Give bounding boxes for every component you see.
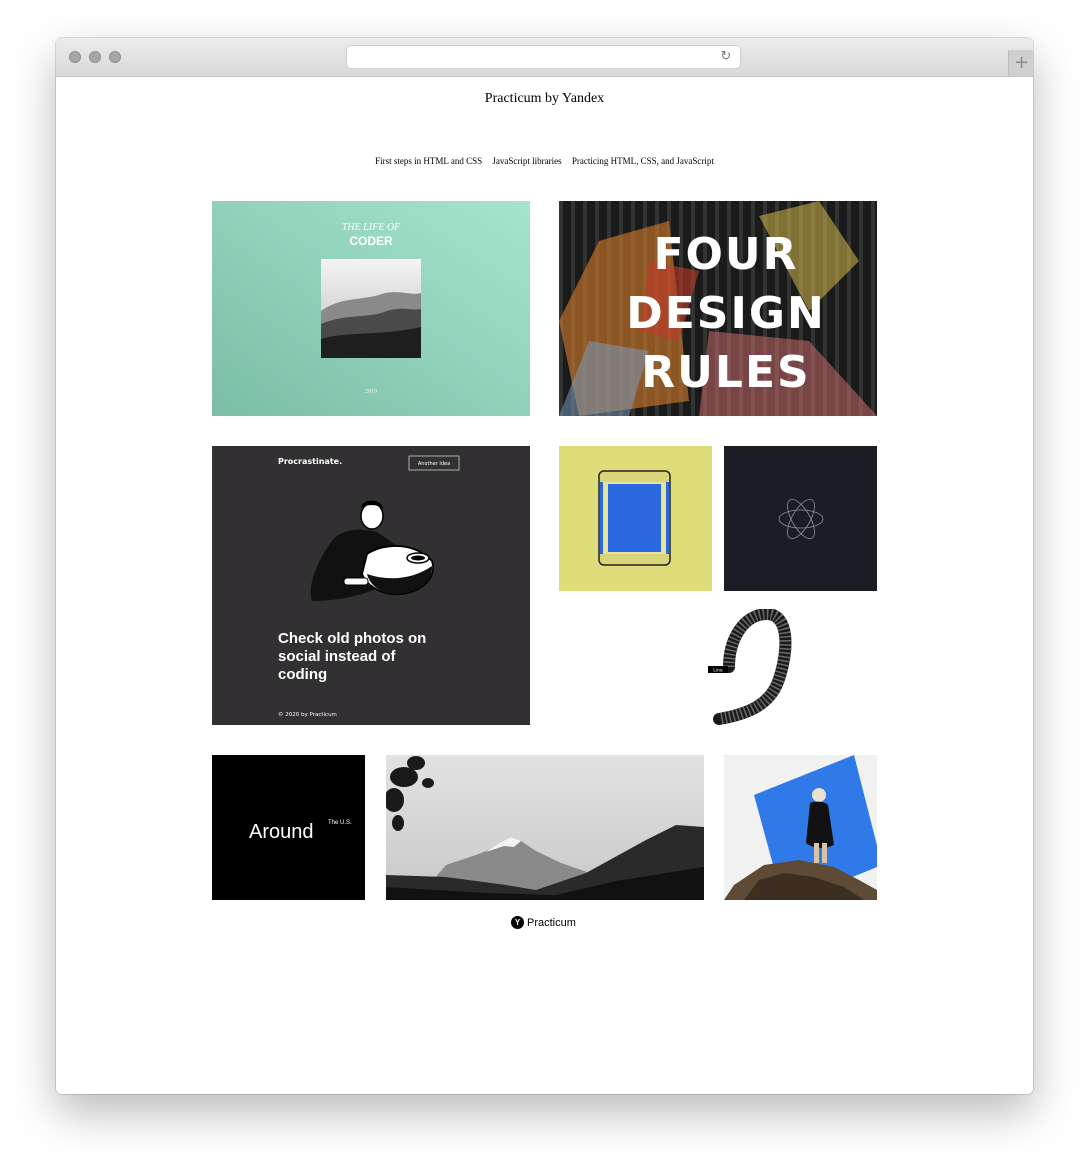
- project-tile-procrastinate[interactable]: Procrastinate. Another Idea Check old ph…: [212, 446, 530, 725]
- close-window-button[interactable]: [69, 51, 81, 63]
- nav-item-js-libraries[interactable]: JavaScript libraries: [492, 156, 561, 166]
- nav-item-practicing[interactable]: Practicing HTML, CSS, and JavaScript: [572, 156, 714, 166]
- reload-icon[interactable]: ↻: [718, 49, 734, 65]
- coder-title-line1: THE LIFE OF: [342, 222, 401, 233]
- rules-line3: RULES: [641, 347, 810, 398]
- project-tile-cable[interactable]: Line: [649, 609, 799, 727]
- rules-line2: DESIGN: [626, 288, 826, 339]
- cable-cover-image: Line: [708, 609, 792, 725]
- design-rules-cover-image: FOUR DESIGN RULES: [559, 201, 877, 416]
- footer-practicum-logo[interactable]: Y Practicum: [511, 916, 576, 929]
- coder-title-line2: CODER: [349, 234, 393, 248]
- new-tab-button[interactable]: +: [1008, 50, 1033, 76]
- procrastinate-headline-line1: Check old photos on: [278, 630, 426, 647]
- address-bar[interactable]: ↻: [347, 46, 740, 68]
- coder-year: 2019: [365, 389, 377, 395]
- around-sub: The U.S.: [328, 820, 352, 826]
- tablet-cover-image: [559, 446, 712, 591]
- project-tile-tablet[interactable]: [559, 446, 712, 591]
- rules-line1: FOUR: [653, 229, 798, 280]
- maximize-window-button[interactable]: [109, 51, 121, 63]
- yandex-logo-icon: Y: [511, 916, 524, 929]
- atom-cover-image: [724, 446, 877, 591]
- coder-cover-image: THE LIFE OF CODER 2019: [212, 201, 530, 416]
- nav-item-html-css[interactable]: First steps in HTML and CSS: [375, 156, 482, 166]
- footer-logo-text: Practicum: [527, 916, 576, 929]
- project-tile-life-of-coder[interactable]: THE LIFE OF CODER 2019: [212, 201, 530, 416]
- explorer-cover-image: [724, 755, 877, 900]
- project-tile-explorer[interactable]: [724, 755, 877, 900]
- procrastinate-footer: © 2020 by Practicum: [278, 711, 337, 718]
- around-word: Around: [249, 821, 314, 843]
- browser-titlebar: ↻ +: [56, 38, 1033, 77]
- another-idea-button: Another Idea: [418, 461, 450, 467]
- project-tile-atom[interactable]: [724, 446, 877, 591]
- browser-window: ↻ + Practicum by Yandex First steps in H…: [56, 38, 1033, 1094]
- procrastinate-brand: Procrastinate.: [278, 457, 342, 466]
- procrastinate-headline-line2: social instead of: [278, 648, 397, 665]
- minimize-window-button[interactable]: [89, 51, 101, 63]
- procrastinate-headline-line3: coding: [278, 666, 327, 683]
- page-title: Practicum by Yandex: [484, 91, 605, 106]
- nav-menu: First steps in HTML and CSS JavaScript l…: [56, 156, 1033, 166]
- cable-label: Line: [713, 668, 723, 674]
- mountains-cover-image: [386, 755, 704, 900]
- project-tile-four-design-rules[interactable]: FOUR DESIGN RULES: [559, 201, 877, 416]
- procrastinate-cover-image: Procrastinate. Another Idea Check old ph…: [212, 446, 530, 725]
- page-content: Practicum by Yandex First steps in HTML …: [56, 77, 1033, 1094]
- project-tile-mountains[interactable]: [386, 755, 704, 900]
- project-tile-around-us[interactable]: Around The U.S.: [212, 755, 365, 900]
- around-us-cover-image: Around The U.S.: [212, 755, 365, 900]
